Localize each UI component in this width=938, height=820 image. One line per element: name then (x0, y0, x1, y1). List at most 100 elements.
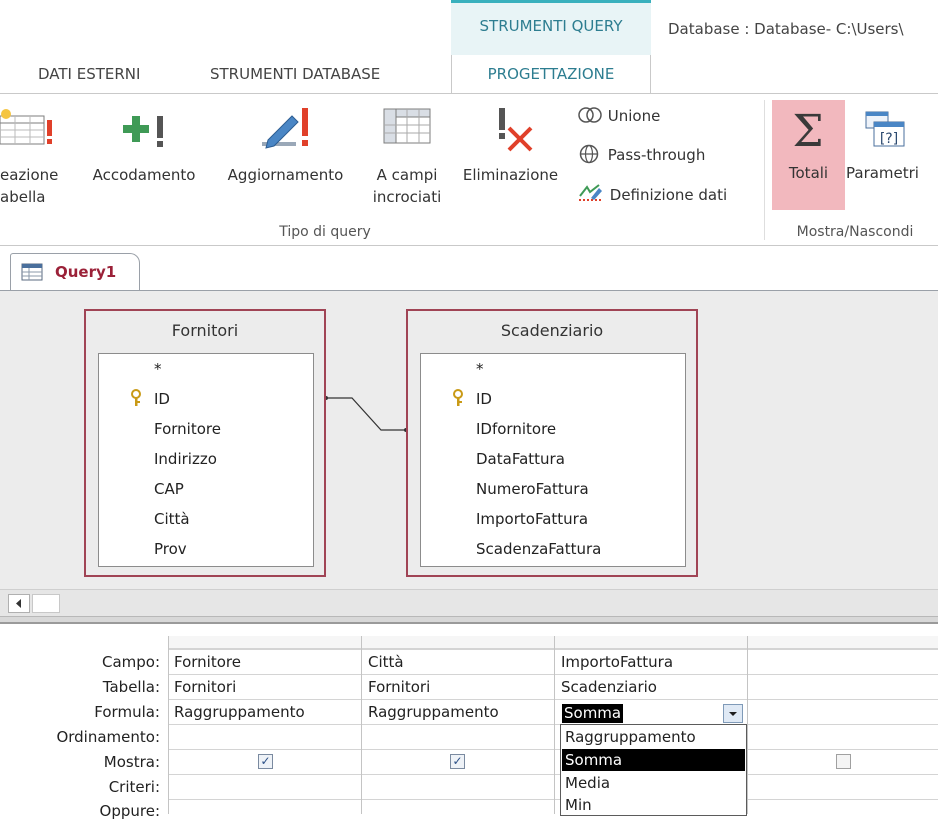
update-icon (262, 108, 308, 149)
totals-button[interactable]: Σ Totali (772, 100, 845, 210)
formula-dropdown-list[interactable]: Raggruppamento Somma Media Min (560, 724, 747, 816)
delete-icon (499, 108, 533, 152)
field-list-item[interactable]: DataFattura (476, 450, 565, 468)
row-label-campo: Campo: (101, 653, 160, 671)
append-button[interactable]: Accodamento (80, 102, 208, 217)
formula-dropdown-button[interactable] (723, 704, 743, 723)
totals-label: Totali (788, 164, 829, 182)
chevron-down-icon (729, 712, 737, 716)
grid-cell-formula[interactable]: Raggruppamento (174, 703, 305, 721)
query-icon (21, 263, 43, 281)
grid-row-line (168, 724, 938, 725)
grid-cell-formula[interactable]: Raggruppamento (368, 703, 499, 721)
grid-cell-campo[interactable]: ImportoFattura (561, 653, 673, 671)
field-list-item[interactable]: * (154, 360, 162, 378)
data-definition-button[interactable]: Definizione dati (577, 182, 727, 204)
tab-query1[interactable]: Query1 (10, 253, 140, 291)
contextual-group-title: STRUMENTI QUERY (479, 17, 623, 35)
row-label-criteri: Criteri: (108, 778, 160, 796)
dropdown-option[interactable]: Raggruppamento (565, 728, 696, 746)
field-list-item[interactable]: CAP (154, 480, 184, 498)
union-label: Unione (607, 107, 661, 125)
column-selector-bar[interactable] (168, 636, 938, 649)
grid-cell-tabella[interactable]: Fornitori (368, 678, 430, 696)
grid-cell-campo[interactable]: Fornitore (174, 653, 241, 671)
grid-cell-tabella[interactable]: Fornitori (174, 678, 236, 696)
field-list-item[interactable]: Fornitore (154, 420, 221, 438)
document-tab-label: Query1 (55, 263, 117, 281)
crosstab-label-2: incrociati (372, 188, 442, 206)
field-list-item[interactable]: IDfornitore (476, 420, 556, 438)
union-icon (578, 107, 602, 123)
group-separator (764, 100, 765, 240)
grid-row-line (168, 674, 938, 675)
group-label-show-hide: Mostra/Nascondi (796, 224, 914, 240)
update-button[interactable]: Aggiornamento (213, 102, 358, 217)
make-table-button[interactable]: eazione abella (0, 102, 70, 217)
field-list-item[interactable]: ID (476, 390, 492, 408)
delete-query-label: Eliminazione (462, 166, 559, 184)
show-checkbox[interactable]: ✓ (258, 754, 273, 769)
grid-col-line (747, 636, 748, 814)
scrollbar-thumb[interactable] (32, 594, 60, 613)
dropdown-option[interactable]: Media (565, 774, 610, 792)
parameters-label: Parametri (846, 164, 919, 182)
dropdown-option-selected[interactable]: Somma (565, 751, 622, 769)
grid-cell-campo[interactable]: Città (368, 653, 404, 671)
svg-text:[?]: [?] (880, 131, 898, 147)
field-list-item[interactable]: ScadenzaFattura (476, 540, 601, 558)
arrow-left-icon (16, 599, 21, 608)
contextual-tab-group: STRUMENTI QUERY (451, 0, 651, 55)
row-label-mostra: Mostra: (103, 753, 160, 771)
field-list-item[interactable]: NumeroFattura (476, 480, 589, 498)
table-scadenziario-fields: * ID IDfornitore DataFattura NumeroFattu… (420, 353, 686, 567)
grid-row-line (168, 774, 938, 775)
field-list-item[interactable]: Prov (154, 540, 187, 558)
horizontal-scrollbar[interactable] (0, 589, 938, 616)
field-list-item[interactable]: Indirizzo (154, 450, 217, 468)
field-list-item[interactable]: * (476, 360, 484, 378)
append-icon (123, 116, 163, 147)
row-label-tabella: Tabella: (102, 678, 160, 696)
update-label: Aggiornamento (227, 166, 344, 184)
grid-row-line (168, 649, 938, 650)
table-fornitori-title: Fornitori (171, 321, 239, 340)
tab-dati-esterni[interactable]: DATI ESTERNI (38, 55, 140, 93)
primary-key-icon (131, 389, 141, 406)
make-table-label-2: abella (0, 188, 46, 206)
query-design-area[interactable]: Fornitori * ID Fornitore Indirizzo CAP C… (0, 291, 938, 589)
crosstab-button[interactable]: A campi incrociati (362, 102, 452, 217)
query-design-grid: Campo: Tabella: Formula: Ordinamento: Mo… (0, 624, 938, 820)
grid-row-line (168, 699, 938, 700)
row-label-formula: Formula: (94, 703, 160, 721)
formula-combo-value[interactable]: Somma (562, 704, 624, 723)
grid-row-line (168, 749, 938, 750)
field-list-item[interactable]: ID (154, 390, 170, 408)
pane-splitter[interactable] (0, 616, 938, 624)
parameters-button[interactable]: [?] Parametri (846, 100, 936, 210)
show-checkbox[interactable]: ✓ (450, 754, 465, 769)
grid-col-line (168, 636, 169, 814)
dropdown-option[interactable]: Min (565, 796, 592, 814)
row-label-oppure: Oppure: (99, 802, 160, 820)
grid-col-line (361, 636, 362, 814)
ribbon-tab-bar: STRUMENTI QUERY Database : Database- C:\… (0, 0, 938, 95)
tab-strumenti-database[interactable]: STRUMENTI DATABASE (210, 55, 380, 93)
delete-query-button[interactable]: Eliminazione (453, 102, 568, 217)
grid-cell-tabella[interactable]: Scadenziario (561, 678, 657, 696)
table-fornitori[interactable]: Fornitori * ID Fornitore Indirizzo CAP C… (84, 309, 326, 577)
pass-through-button[interactable]: Pass-through (577, 144, 705, 164)
field-list-item[interactable]: Città (154, 510, 190, 528)
document-tab-strip: Query1 (0, 246, 938, 291)
data-definition-label: Definizione dati (609, 186, 728, 204)
table-scadenziario[interactable]: Scadenziario * ID IDfornitore DataFattur… (406, 309, 698, 577)
svg-text:Σ: Σ (792, 108, 823, 152)
crosstab-icon (383, 108, 431, 144)
make-table-icon (0, 109, 52, 145)
union-button[interactable]: Unione (577, 106, 660, 125)
show-checkbox[interactable]: ✓ (836, 754, 851, 769)
field-list-item[interactable]: ImportoFattura (476, 510, 588, 528)
row-label-ordinamento: Ordinamento: (56, 728, 160, 746)
tab-progettazione[interactable]: PROGETTAZIONE (451, 55, 651, 95)
scroll-left-button[interactable] (8, 594, 30, 613)
